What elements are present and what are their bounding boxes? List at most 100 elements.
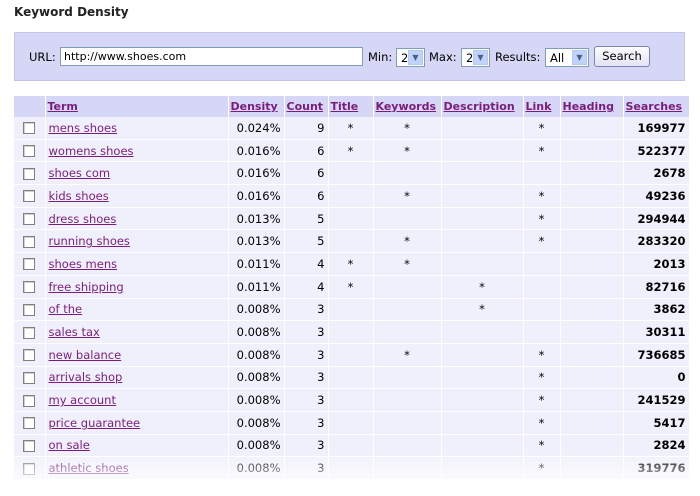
link-flag-cell bbox=[523, 275, 561, 299]
heading-flag-cell bbox=[560, 229, 624, 254]
term-link[interactable]: running shoes bbox=[49, 234, 130, 248]
link-flag-cell bbox=[523, 320, 561, 344]
column-header-title[interactable]: Title bbox=[328, 96, 374, 117]
term-link[interactable]: free shipping bbox=[49, 280, 124, 294]
row-checkbox[interactable] bbox=[23, 235, 36, 248]
column-header-count[interactable]: Count bbox=[284, 96, 329, 117]
term-link[interactable]: kids shoes bbox=[49, 189, 109, 203]
row-checkbox-cell bbox=[14, 298, 46, 322]
searches-cell: 30311 bbox=[623, 320, 690, 344]
heading-flag-cell bbox=[560, 298, 624, 322]
row-checkbox[interactable] bbox=[23, 281, 36, 294]
column-header-density[interactable]: Density bbox=[228, 96, 285, 117]
column-header-keywords[interactable]: Keywords bbox=[373, 96, 442, 117]
density-cell: 0.008% bbox=[228, 411, 285, 435]
heading-flag-cell bbox=[560, 434, 624, 458]
min-select[interactable]: 2 ▼ bbox=[396, 48, 425, 67]
term-cell: price guarantee bbox=[45, 411, 229, 435]
column-header-link[interactable]: Link bbox=[523, 96, 561, 117]
description-flag-cell: * bbox=[441, 298, 524, 322]
results-select[interactable]: All ▼ bbox=[545, 48, 589, 67]
min-label: Min: bbox=[368, 50, 393, 64]
term-link[interactable]: womens shoes bbox=[49, 144, 134, 158]
term-cell: athletic shoes bbox=[45, 456, 229, 480]
searches-cell: 49236 bbox=[623, 184, 690, 208]
column-header-searches[interactable]: Searches bbox=[623, 96, 690, 117]
row-checkbox[interactable] bbox=[23, 394, 36, 407]
term-cell: womens shoes bbox=[45, 139, 229, 163]
heading-flag-cell bbox=[560, 161, 624, 186]
search-button[interactable]: Search bbox=[594, 46, 650, 67]
searches-cell: 2013 bbox=[623, 252, 690, 276]
title-flag-cell bbox=[328, 388, 374, 412]
count-cell: 3 bbox=[284, 411, 329, 435]
row-checkbox-cell bbox=[14, 117, 46, 140]
heading-flag-cell bbox=[560, 366, 624, 390]
row-checkbox[interactable] bbox=[23, 439, 36, 452]
row-checkbox[interactable] bbox=[23, 213, 36, 226]
title-flag-cell bbox=[328, 343, 374, 367]
column-header-description[interactable]: Description bbox=[441, 96, 524, 117]
term-link[interactable]: arrivals shop bbox=[49, 370, 123, 384]
table-header-row: Term Density Count Title Keywords Descri… bbox=[14, 96, 690, 117]
row-checkbox-cell bbox=[14, 139, 46, 163]
row-checkbox[interactable] bbox=[23, 145, 36, 158]
term-link[interactable]: sales tax bbox=[49, 325, 100, 339]
term-link[interactable]: new balance bbox=[49, 348, 122, 362]
keywords-flag-cell: * bbox=[373, 252, 442, 276]
link-flag-cell: * bbox=[523, 184, 561, 208]
term-link[interactable]: athletic shoes bbox=[49, 461, 129, 475]
description-flag-cell bbox=[441, 343, 524, 367]
column-header-term[interactable]: Term bbox=[45, 96, 229, 117]
keywords-flag-cell bbox=[373, 161, 442, 186]
count-cell: 6 bbox=[284, 161, 329, 186]
count-cell: 3 bbox=[284, 456, 329, 480]
term-link[interactable]: shoes com bbox=[49, 166, 111, 180]
description-flag-cell bbox=[441, 252, 524, 276]
table-row: new balance 0.008% 3 * * 736685 bbox=[14, 343, 690, 367]
term-link[interactable]: on sale bbox=[49, 438, 90, 452]
table-row: dress shoes 0.013% 5 * 294944 bbox=[14, 207, 690, 231]
term-link[interactable]: of the bbox=[49, 302, 83, 316]
term-link[interactable]: mens shoes bbox=[49, 121, 118, 135]
keywords-flag-cell bbox=[373, 207, 442, 231]
term-link[interactable]: price guarantee bbox=[49, 416, 141, 430]
row-checkbox[interactable] bbox=[23, 190, 36, 203]
column-header-heading[interactable]: Heading bbox=[560, 96, 624, 117]
term-cell: shoes com bbox=[45, 161, 229, 186]
count-cell: 3 bbox=[284, 320, 329, 344]
term-link[interactable]: shoes mens bbox=[49, 257, 118, 271]
row-checkbox[interactable] bbox=[23, 122, 36, 135]
row-checkbox[interactable] bbox=[23, 326, 36, 339]
table-row: womens shoes 0.016% 6 * * * 522377 bbox=[14, 139, 690, 163]
max-select[interactable]: 2 ▼ bbox=[461, 48, 490, 67]
table-row: mens shoes 0.024% 9 * * * 169977 bbox=[14, 117, 690, 140]
row-checkbox[interactable] bbox=[23, 371, 36, 384]
url-input[interactable] bbox=[60, 47, 363, 66]
heading-flag-cell bbox=[560, 456, 624, 480]
term-cell: running shoes bbox=[45, 229, 229, 254]
row-checkbox[interactable] bbox=[23, 167, 36, 180]
heading-flag-cell bbox=[560, 388, 624, 412]
term-link[interactable]: my account bbox=[49, 393, 116, 407]
term-link[interactable]: dress shoes bbox=[49, 212, 117, 226]
row-checkbox[interactable] bbox=[23, 462, 36, 475]
row-checkbox[interactable] bbox=[23, 349, 36, 362]
description-flag-cell bbox=[441, 388, 524, 412]
searches-cell: 3862 bbox=[623, 298, 690, 322]
heading-flag-cell bbox=[560, 343, 624, 367]
row-checkbox[interactable] bbox=[23, 258, 36, 271]
page-title: Keyword Density bbox=[14, 5, 129, 19]
density-cell: 0.011% bbox=[228, 252, 285, 276]
link-flag-cell: * bbox=[523, 229, 561, 254]
title-flag-cell bbox=[328, 320, 374, 344]
link-flag-cell: * bbox=[523, 388, 561, 412]
description-flag-cell bbox=[441, 320, 524, 344]
heading-flag-cell bbox=[560, 275, 624, 299]
row-checkbox[interactable] bbox=[23, 303, 36, 316]
link-flag-cell: * bbox=[523, 366, 561, 390]
table-row: running shoes 0.013% 5 * * 283320 bbox=[14, 229, 690, 254]
row-checkbox[interactable] bbox=[23, 417, 36, 430]
keyword-table: Term Density Count Title Keywords Descri… bbox=[14, 96, 690, 480]
keywords-flag-cell bbox=[373, 434, 442, 458]
